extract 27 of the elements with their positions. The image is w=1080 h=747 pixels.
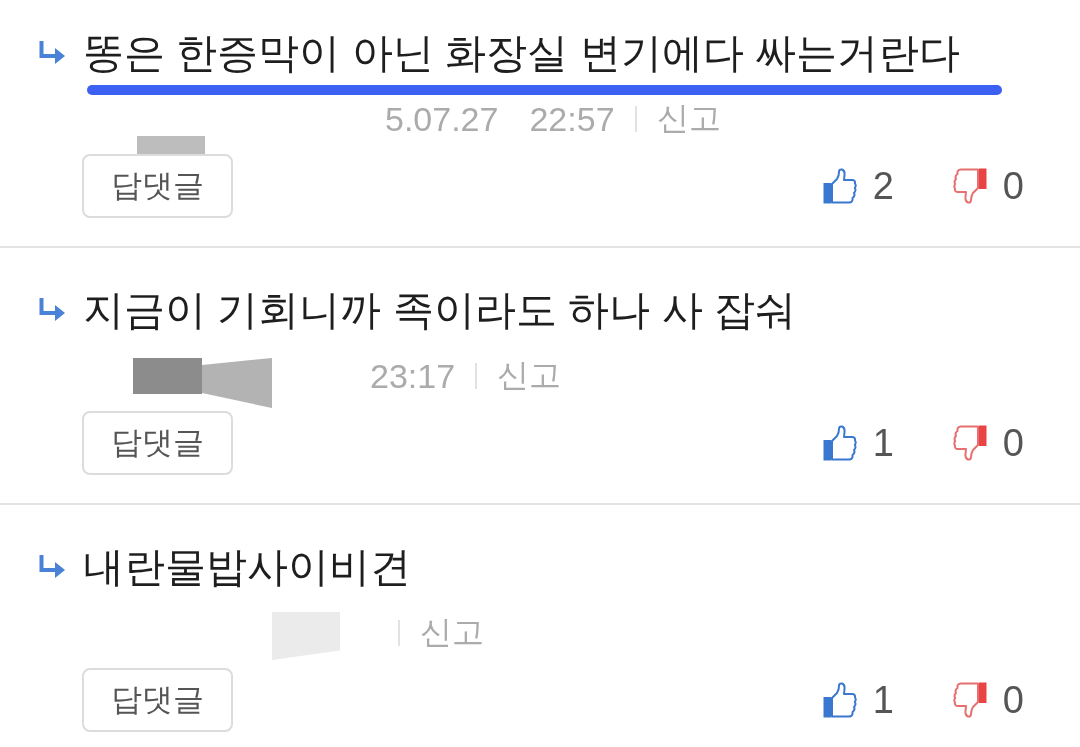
thumbs-up-icon bbox=[822, 168, 857, 204]
comment-time: 23:17 bbox=[370, 356, 456, 396]
thumbs-down-icon bbox=[952, 168, 987, 204]
reply-button[interactable]: 답댓글 bbox=[82, 668, 233, 732]
thumbs-up-icon bbox=[822, 682, 857, 718]
dislike-button[interactable]: 0 bbox=[952, 678, 1024, 722]
comment-date: 5.07.27 bbox=[385, 99, 499, 139]
like-button[interactable]: 1 bbox=[822, 421, 894, 465]
thumbs-up-icon bbox=[822, 425, 857, 461]
reply-arrow-icon bbox=[38, 554, 65, 580]
reply-button[interactable]: 답댓글 bbox=[82, 154, 233, 218]
reply-button[interactable]: 답댓글 bbox=[82, 411, 233, 475]
comment-text: 내란물밥사이비견 bbox=[83, 543, 411, 592]
like-button[interactable]: 2 bbox=[822, 164, 894, 208]
like-button[interactable]: 1 bbox=[822, 678, 894, 722]
dislike-button[interactable]: 0 bbox=[952, 164, 1024, 208]
redaction-block bbox=[133, 358, 202, 394]
reply-arrow-icon bbox=[38, 40, 65, 66]
thumbs-down-icon bbox=[952, 682, 987, 718]
redaction-block bbox=[137, 136, 205, 154]
redaction-block bbox=[202, 358, 272, 408]
comment-time: 22:57 bbox=[529, 99, 615, 139]
thumbs-down-icon bbox=[952, 425, 987, 461]
reply-arrow-icon bbox=[38, 297, 65, 323]
dislike-button[interactable]: 0 bbox=[952, 421, 1024, 465]
comment-text: 지금이 기회니까 족이라도 하나 사 잡숴 bbox=[83, 286, 796, 335]
comment-text: 똥은 한증막이 아닌 화장실 변기에다 싸는거란다 bbox=[83, 23, 960, 83]
